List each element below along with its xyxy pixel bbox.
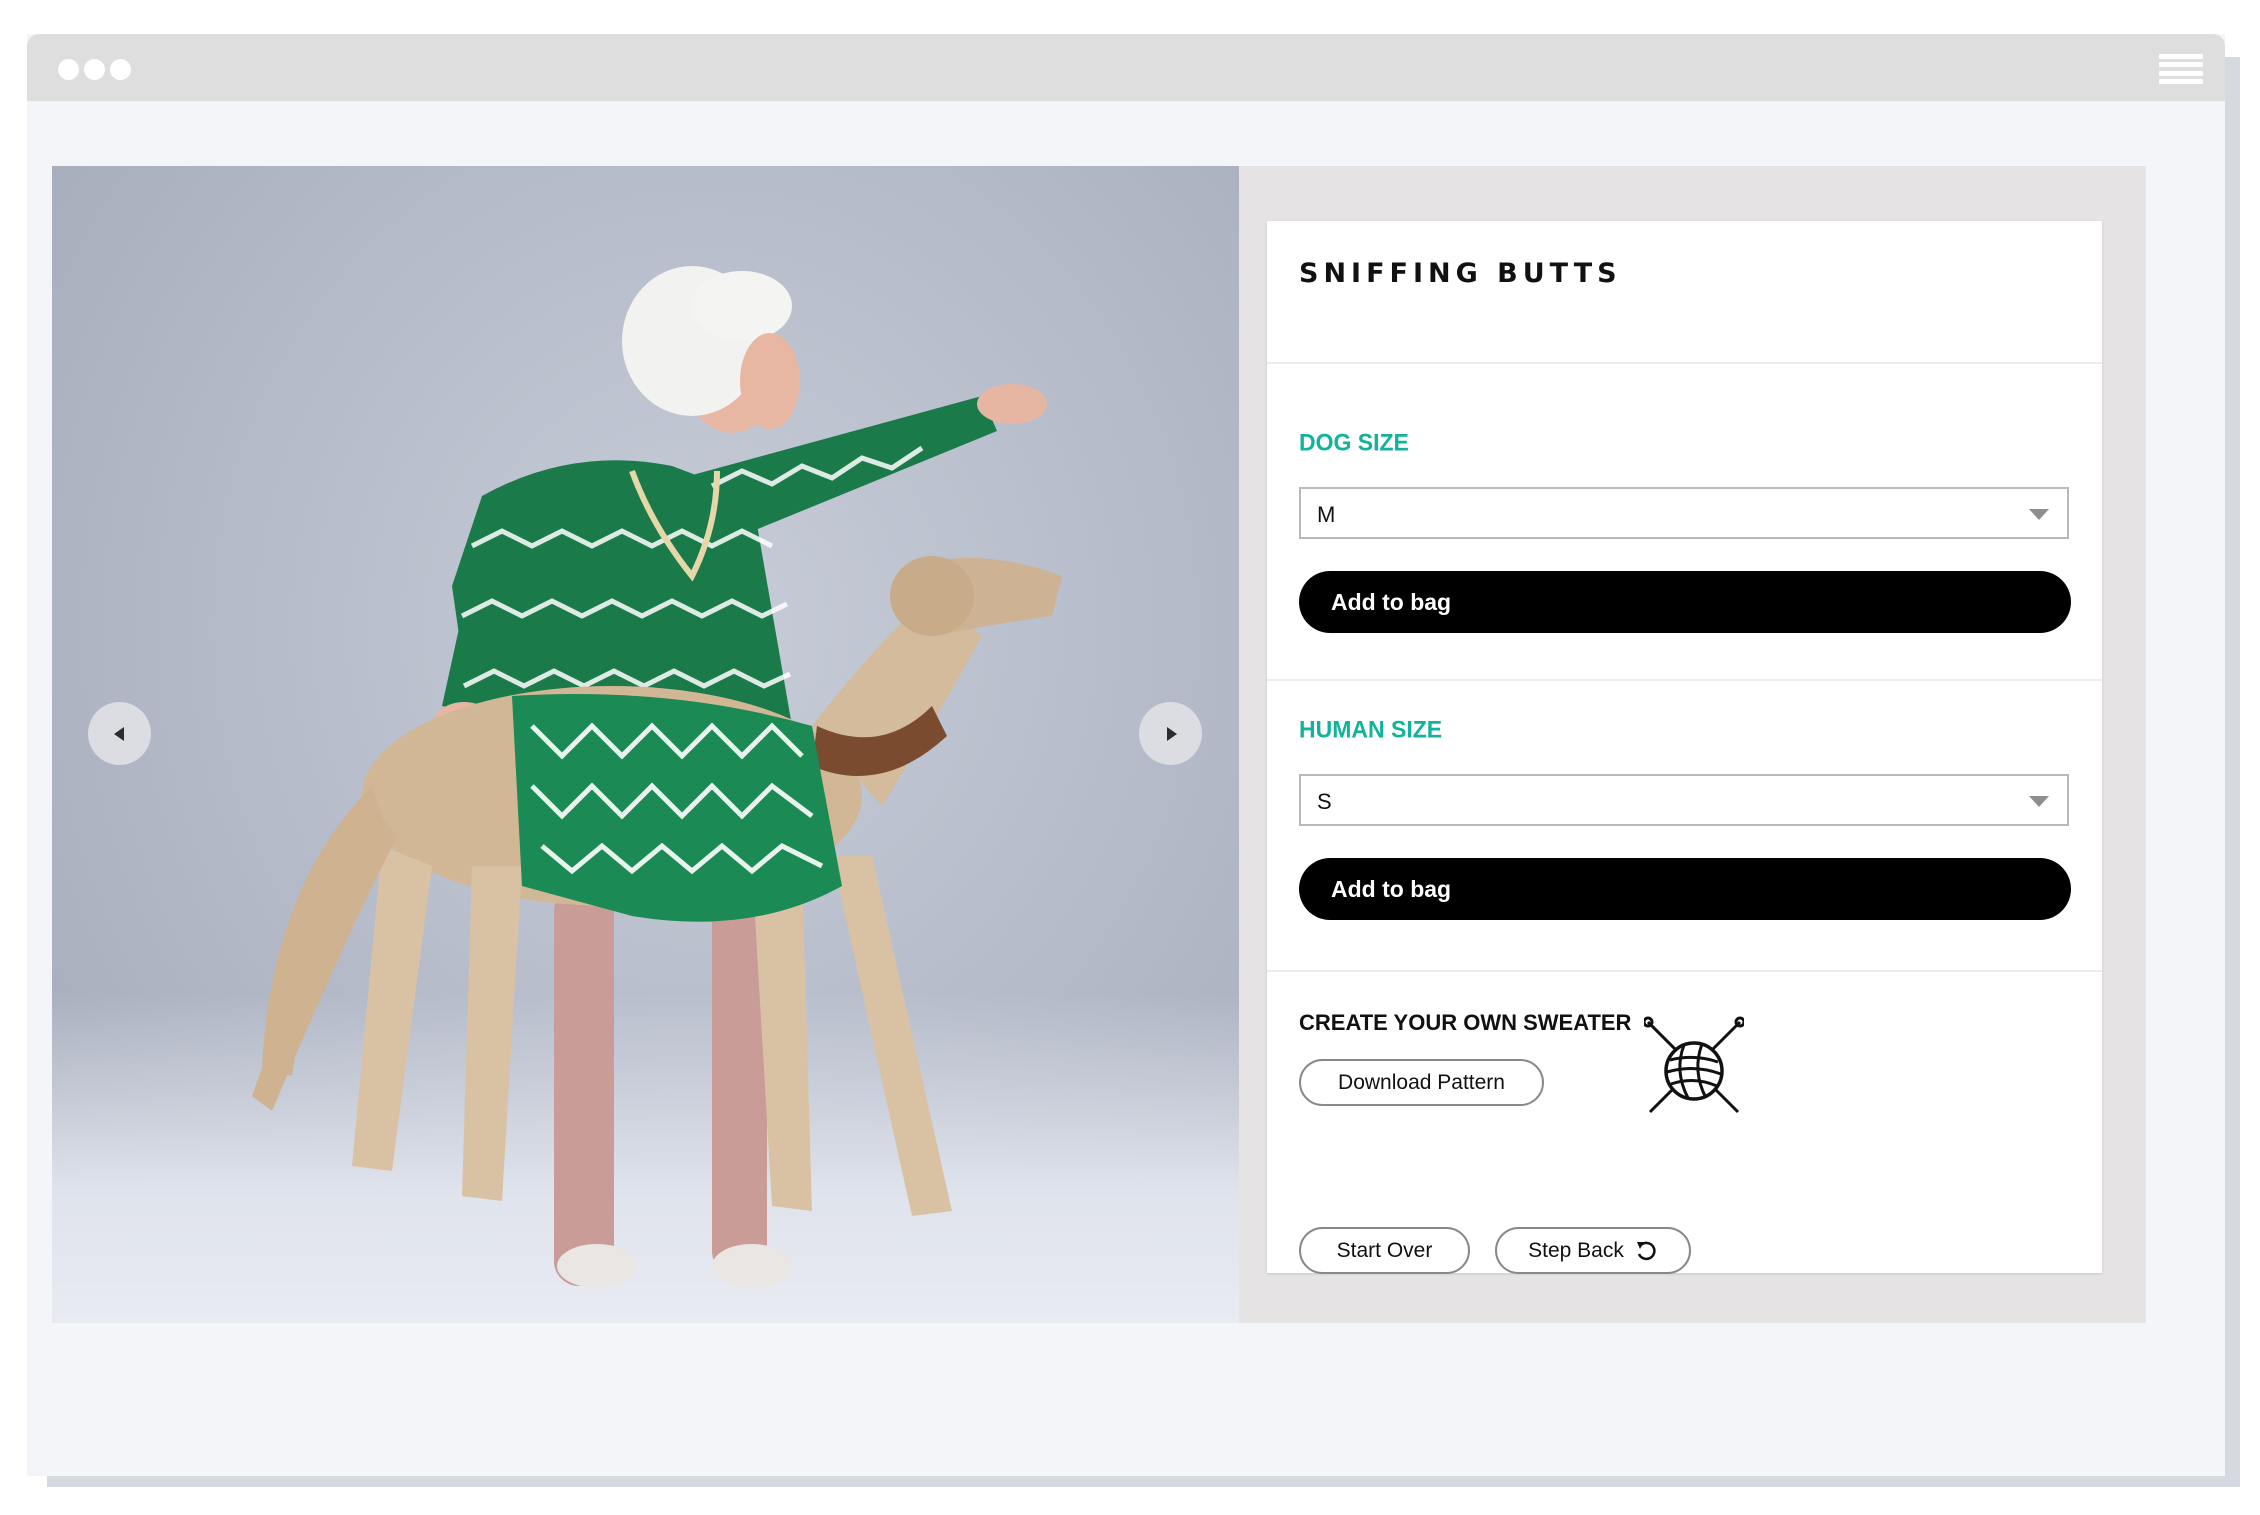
chevron-down-icon	[2029, 509, 2049, 520]
window-dot-minimize[interactable]	[84, 59, 105, 80]
step-back-label: Step Back	[1528, 1238, 1624, 1262]
undo-icon	[1636, 1241, 1656, 1260]
dog-add-to-bag-button[interactable]: Add to bag	[1299, 571, 2071, 633]
dog-size-label: DOG SIZE	[1299, 428, 1409, 456]
carousel-prev-button[interactable]	[88, 702, 151, 765]
product-photo	[52, 166, 1239, 1323]
divider	[1267, 679, 2102, 681]
product-options-card: SNIFFING BUTTS DOG SIZE M Add to bag HUM…	[1267, 221, 2102, 1274]
dog-size-selected-value: M	[1317, 502, 1336, 527]
dog-size-select[interactable]: M	[1299, 487, 2069, 539]
window-dot-close[interactable]	[58, 59, 79, 80]
human-size-select[interactable]: S	[1299, 774, 2069, 826]
window-dot-maximize[interactable]	[110, 59, 131, 80]
carousel-next-button[interactable]	[1139, 702, 1202, 765]
product-title: SNIFFING BUTTS	[1299, 258, 1622, 289]
arrow-left-icon	[113, 726, 124, 741]
human-size-selected-value: S	[1317, 789, 1332, 814]
window-titlebar	[27, 34, 2225, 101]
start-over-label: Start Over	[1336, 1238, 1433, 1262]
human-add-to-bag-label: Add to bag	[1331, 875, 1452, 902]
chevron-down-icon	[2029, 796, 2049, 807]
human-size-label: HUMAN SIZE	[1299, 715, 1443, 743]
divider	[1267, 970, 2102, 972]
download-pattern-button[interactable]: Download Pattern	[1299, 1059, 1544, 1106]
start-over-button[interactable]: Start Over	[1299, 1227, 1470, 1274]
step-back-button[interactable]: Step Back	[1495, 1227, 1691, 1274]
yarn-ball-knitting-needles-icon	[1644, 1016, 1744, 1114]
create-your-own-sweater-heading: CREATE YOUR OWN SWEATER	[1299, 1010, 1632, 1035]
hamburger-menu-icon[interactable]	[2159, 54, 2203, 84]
arrow-right-icon	[1166, 726, 1177, 741]
woman-and-dog-illustration	[252, 266, 1062, 1288]
dog-add-to-bag-label: Add to bag	[1331, 588, 1452, 615]
download-pattern-label: Download Pattern	[1338, 1070, 1505, 1094]
divider	[1267, 362, 2102, 364]
human-add-to-bag-button[interactable]: Add to bag	[1299, 858, 2071, 920]
